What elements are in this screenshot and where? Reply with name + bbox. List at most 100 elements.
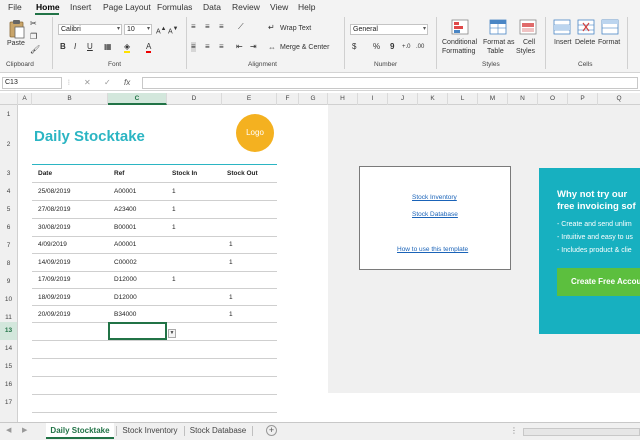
name-box[interactable]: C13 [2,77,62,89]
row-header-10[interactable]: 10 [0,291,17,309]
menu-review[interactable]: Review [232,2,260,12]
tab-daily-stocktake[interactable]: Daily Stocktake [46,423,114,439]
cancel-icon[interactable]: ✕ [84,78,91,88]
add-sheet-icon[interactable]: + [266,425,277,436]
column-header-m[interactable]: M [478,93,508,105]
copy-icon[interactable]: ❐ [30,32,37,42]
conditional-formatting-button[interactable]: Conditional [442,39,477,46]
menu-help[interactable]: Help [298,2,315,12]
scroll-tabs-right-icon[interactable]: ▶ [22,426,27,436]
orientation-icon[interactable]: ⟋ [238,22,244,32]
paste-icon[interactable] [8,19,26,41]
how-to-use-link[interactable]: How to use this template [397,246,468,253]
row-header-1[interactable]: 1 [0,105,17,125]
cell-stock-out[interactable]: 1 [229,311,233,318]
tab-stock-inventory[interactable]: Stock Inventory [118,423,182,439]
row-header-4[interactable]: 4 [0,183,17,201]
cell-styles-button[interactable]: Cell [523,39,535,46]
active-cell-c13[interactable] [108,322,167,340]
accounting-format-icon[interactable]: $ [352,42,356,52]
cell-date[interactable]: 14/09/2019 [38,259,71,266]
row-header-5[interactable]: 5 [0,201,17,219]
row-header-16[interactable]: 16 [0,376,17,394]
column-header-c[interactable]: C [108,93,167,105]
cell-stock-in[interactable]: 1 [172,188,176,195]
align-right-icon[interactable]: ≡ [219,42,224,52]
row-header-15[interactable]: 15 [0,358,17,376]
align-left-icon[interactable]: ≡ [191,42,196,52]
delete-cells-button[interactable]: Delete [575,39,595,46]
borders-icon[interactable]: ▦ [104,42,112,52]
format-painter-icon[interactable]: 🖌 [30,45,40,55]
increase-decimal-icon[interactable]: +.0 [402,42,411,52]
column-header-n[interactable]: N [508,93,538,105]
format-cells-button[interactable]: Format [598,39,620,46]
cell-stock-out[interactable]: 1 [229,241,233,248]
cell-date[interactable]: 30/08/2019 [38,224,71,231]
fill-color-icon[interactable]: ◈ [124,42,131,53]
column-header-o[interactable]: O [538,93,568,105]
cell-ref[interactable]: C00002 [114,259,137,266]
cell-ref[interactable]: D12000 [114,276,137,283]
align-middle-icon[interactable]: ≡ [205,22,210,32]
menu-formulas[interactable]: Formulas [157,2,192,12]
tab-stock-database[interactable]: Stock Database [186,423,250,439]
menu-data[interactable]: Data [203,2,221,12]
cell-ref[interactable]: A00001 [114,188,136,195]
row-header-17[interactable]: 17 [0,394,17,412]
cell-date[interactable]: 20/09/2019 [38,311,71,318]
row-header-3[interactable]: 3 [0,165,17,183]
column-header-l[interactable]: L [448,93,478,105]
bold-icon[interactable]: B [60,42,66,52]
insert-cells-button[interactable]: Insert [554,39,572,46]
tab-split-handle-icon[interactable]: ⋮ [510,426,518,436]
format-as-table-button[interactable]: Format as [483,39,515,46]
underline-icon[interactable]: U [87,42,93,52]
cell-stock-out[interactable]: 1 [229,294,233,301]
formula-input[interactable] [142,77,638,89]
increase-font-icon[interactable]: A▲ [156,24,166,37]
row-header-13[interactable]: 13 [0,322,17,340]
more-options-icon[interactable]: ⋮ [66,78,72,88]
font-name-select[interactable]: Calibri ▾ [58,24,122,35]
cell-date[interactable]: 4/09/2019 [38,241,67,248]
format-cells-icon[interactable] [601,19,619,37]
horizontal-scrollbar[interactable] [523,428,640,436]
enter-icon[interactable]: ✓ [104,78,111,88]
decrease-font-icon[interactable]: A▼ [168,24,178,37]
italic-icon[interactable]: I [74,42,76,52]
cell-ref[interactable]: B00001 [114,224,136,231]
menu-view[interactable]: View [270,2,288,12]
column-header-h[interactable]: H [328,93,358,105]
stock-database-link[interactable]: Stock Database [412,211,458,218]
cell-dropdown-button[interactable]: ▼ [168,329,176,338]
wrap-text-button[interactable]: Wrap Text [280,25,311,32]
column-header-d[interactable]: D [167,93,222,105]
font-size-select[interactable]: 10 ▾ [124,24,152,35]
conditional-formatting-icon[interactable] [451,19,469,37]
cell-stock-in[interactable]: 1 [172,276,176,283]
create-free-account-button[interactable]: Create Free Accou [557,268,640,296]
percent-icon[interactable]: % [373,42,380,52]
font-color-icon[interactable]: A [146,42,152,53]
row-header-2[interactable]: 2 [0,125,17,165]
column-header-b[interactable]: B [32,93,108,105]
column-header-g[interactable]: G [299,93,328,105]
insert-cells-icon[interactable] [553,19,571,37]
cell-ref[interactable]: A00001 [114,241,136,248]
align-top-icon[interactable]: ≡ [191,22,196,32]
align-bottom-icon[interactable]: ≡ [219,22,224,32]
cell-date[interactable]: 17/09/2019 [38,276,71,283]
cell-ref[interactable]: D12000 [114,294,137,301]
merge-center-icon[interactable]: ⇔ [268,43,276,53]
insert-function-icon[interactable]: fx [124,78,130,88]
cell-stock-in[interactable]: 1 [172,224,176,231]
decrease-decimal-icon[interactable]: .00 [416,42,424,52]
row-header-7[interactable]: 7 [0,237,17,255]
cell-date[interactable]: 27/08/2019 [38,206,71,213]
cell-stock-in[interactable]: 1 [172,206,176,213]
number-format-select[interactable]: General ▾ [350,24,428,35]
row-header-6[interactable]: 6 [0,219,17,237]
row-header-8[interactable]: 8 [0,255,17,273]
row-header-9[interactable]: 9 [0,273,17,291]
